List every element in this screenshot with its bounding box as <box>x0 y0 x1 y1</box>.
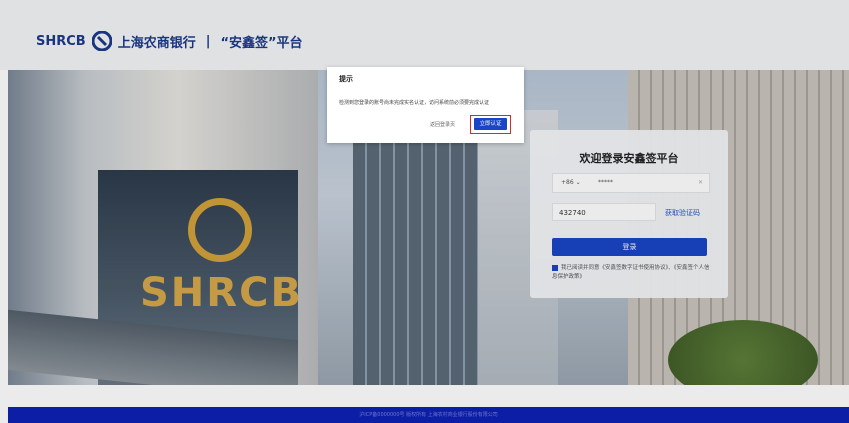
back-to-login-button[interactable]: 返回登录页 <box>426 120 459 130</box>
notice-dialog: 提示 检测到您登录的账号尚未完成实名认证，访问系统前必须要完成认证 返回登录页 … <box>327 67 524 143</box>
dialog-message: 检测到您登录的账号尚未完成实名认证，访问系统前必须要完成认证 <box>339 100 490 106</box>
highlight-box <box>470 115 511 134</box>
dialog-title: 提示 <box>339 75 353 83</box>
modal-overlay <box>0 0 849 423</box>
footer: 沪ICP备0000000号 版权所有 上海农村商业银行股份有限公司 <box>8 407 849 423</box>
